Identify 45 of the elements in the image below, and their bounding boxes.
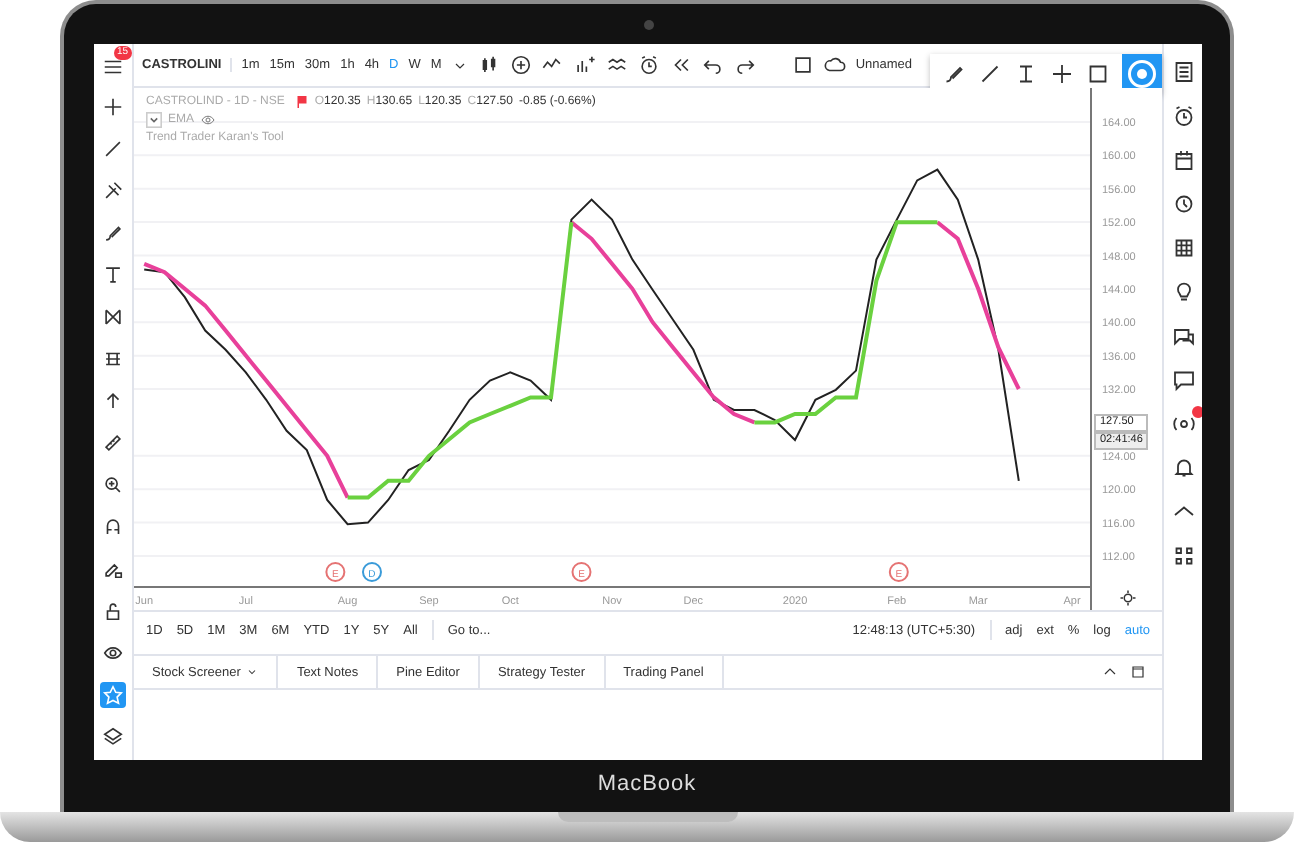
collapse-icon[interactable] (146, 112, 162, 128)
maximize-icon[interactable] (1130, 664, 1146, 680)
cloud-icon[interactable] (823, 54, 846, 76)
brush-icon[interactable] (942, 61, 966, 85)
settings-icon[interactable] (1118, 588, 1138, 608)
square-icon[interactable] (791, 54, 814, 76)
calendar-icon[interactable] (1171, 148, 1195, 172)
grid-dots-icon[interactable] (1171, 544, 1195, 568)
crosshair-icon[interactable] (1050, 61, 1074, 85)
lightbulb-icon[interactable] (1171, 280, 1195, 304)
chevron-up-icon[interactable] (1102, 664, 1118, 680)
flag-icon[interactable] (296, 96, 309, 108)
pitchfork-icon[interactable] (100, 178, 126, 204)
brush-icon[interactable] (100, 220, 126, 246)
target-button[interactable] (1122, 53, 1162, 93)
chat-icon[interactable] (1171, 324, 1195, 348)
brand-label: MacBook (595, 772, 699, 796)
alert-dot (1191, 406, 1202, 418)
zoom-icon[interactable] (100, 472, 126, 498)
line-icon[interactable] (100, 136, 126, 162)
ruler-icon[interactable] (100, 430, 126, 456)
alarm-clock-icon[interactable] (1171, 104, 1195, 128)
layers-icon[interactable] (100, 724, 126, 750)
star-icon[interactable] (100, 682, 126, 708)
candles-icon[interactable] (477, 54, 500, 76)
broadcast-icon[interactable] (1171, 412, 1195, 436)
text-cursor-icon[interactable] (1014, 61, 1038, 85)
rewind-icon[interactable] (669, 54, 692, 76)
camera-icon (643, 20, 653, 30)
line-icon[interactable] (978, 61, 1002, 85)
pattern-icon[interactable] (100, 304, 126, 330)
crosshair-icon[interactable] (100, 94, 126, 120)
clock-icon[interactable] (1171, 192, 1195, 216)
grid-icon[interactable] (1171, 236, 1195, 260)
alarm-clock-icon[interactable] (637, 54, 660, 76)
text-tool-icon[interactable] (100, 262, 126, 288)
list-icon[interactable] (1171, 60, 1195, 84)
bars-plus-icon[interactable] (573, 54, 596, 76)
bell-icon[interactable] (1171, 456, 1195, 480)
menu-icon[interactable] (102, 56, 124, 78)
square-icon[interactable] (1086, 61, 1110, 85)
redo-icon[interactable] (733, 54, 756, 76)
chat-icon[interactable] (1171, 368, 1195, 392)
compare-icon[interactable] (605, 54, 628, 76)
undo-icon[interactable] (701, 54, 724, 76)
